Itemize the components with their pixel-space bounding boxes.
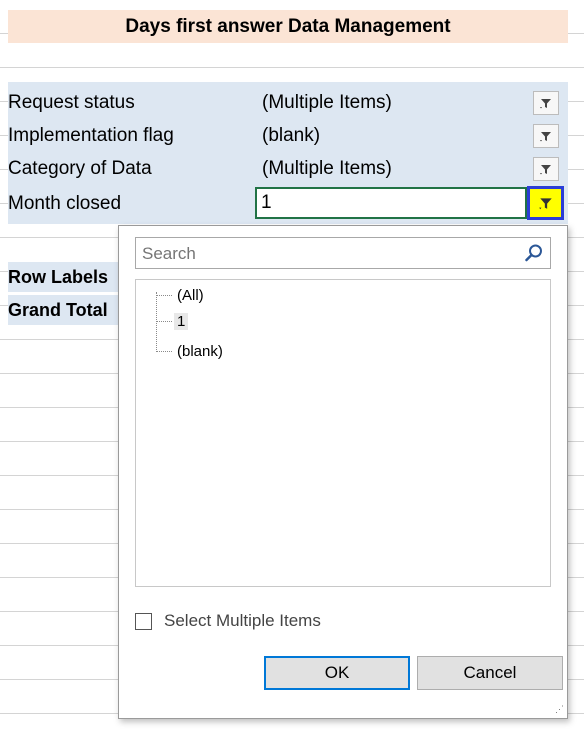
filter-dropdown-button-implementation-flag[interactable] bbox=[533, 124, 559, 148]
search-input[interactable] bbox=[140, 241, 514, 267]
filter-label: Month closed bbox=[8, 193, 122, 214]
cancel-button[interactable]: Cancel bbox=[417, 656, 563, 690]
list-item-1[interactable]: 1 bbox=[156, 310, 189, 332]
list-item-label: (All) bbox=[177, 286, 204, 304]
funnel-filter-icon bbox=[538, 198, 552, 210]
sheet-title: Days first answer Data Management bbox=[8, 10, 568, 43]
select-multiple-checkbox[interactable] bbox=[135, 612, 152, 630]
filter-items-list[interactable]: (All) 1 (blank) bbox=[135, 279, 551, 587]
filter-dropdown-button-month-closed[interactable] bbox=[527, 186, 564, 220]
list-item-all[interactable]: (All) bbox=[156, 284, 207, 306]
funnel-filter-icon bbox=[540, 165, 551, 175]
search-box[interactable] bbox=[135, 237, 551, 269]
filter-row-category-of-data: Category of Data (Multiple Items) bbox=[8, 154, 392, 184]
pivot-grand-total-row: Grand Total bbox=[8, 295, 120, 325]
filter-row-implementation-flag: Implementation flag (blank) bbox=[8, 121, 320, 151]
row-labels-text: Row Labels bbox=[8, 266, 109, 287]
filter-value: 1 bbox=[261, 192, 272, 213]
list-item-label: 1 bbox=[174, 312, 189, 330]
filter-row-request-status: Request status (Multiple Items) bbox=[8, 88, 392, 118]
select-multiple-items-option[interactable]: Select Multiple Items bbox=[135, 610, 321, 632]
filter-value: (Multiple Items) bbox=[262, 158, 392, 179]
filter-dropdown-panel: (All) 1 (blank) Select Multiple Items OK… bbox=[118, 225, 568, 719]
filter-label: Category of Data bbox=[8, 158, 152, 179]
list-item-label: (blank) bbox=[177, 342, 223, 360]
filter-dropdown-button-category-of-data[interactable] bbox=[533, 157, 559, 181]
pivot-row-labels-header: Row Labels bbox=[8, 262, 120, 292]
resize-grip-icon[interactable]: ⋰ bbox=[555, 704, 564, 715]
list-item-blank[interactable]: (blank) bbox=[156, 340, 226, 362]
grand-total-text: Grand Total bbox=[8, 299, 108, 320]
filter-value: (blank) bbox=[262, 125, 321, 146]
search-icon[interactable] bbox=[524, 243, 544, 263]
funnel-filter-icon bbox=[540, 99, 551, 109]
tree-connector bbox=[156, 294, 172, 296]
select-multiple-label: Select Multiple Items bbox=[164, 611, 321, 630]
ok-button[interactable]: OK bbox=[264, 656, 410, 690]
filter-label: Request status bbox=[8, 92, 135, 113]
tree-connector bbox=[156, 320, 172, 322]
month-closed-value-cell[interactable]: 1 bbox=[255, 187, 527, 219]
filter-dropdown-button-request-status[interactable] bbox=[533, 91, 559, 115]
tree-connector bbox=[156, 350, 172, 352]
funnel-filter-icon bbox=[540, 132, 551, 142]
filter-label: Implementation flag bbox=[8, 125, 174, 146]
filter-row-month-closed: Month closed bbox=[8, 189, 262, 219]
filter-value: (Multiple Items) bbox=[262, 92, 392, 113]
